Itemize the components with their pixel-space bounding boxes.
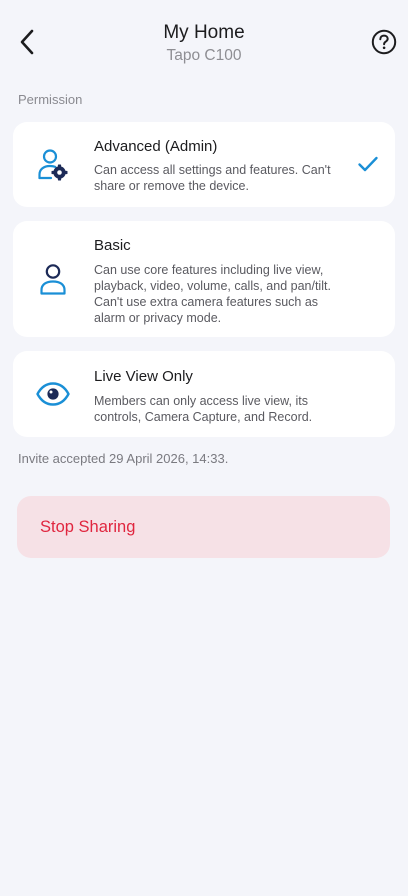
- permission-option-live-view-only[interactable]: Live View Only Members can only access l…: [13, 351, 395, 437]
- option-description: Can access all settings and features. Ca…: [94, 163, 331, 193]
- option-title: Live View Only: [94, 368, 193, 385]
- eye-icon: [35, 376, 71, 412]
- stop-sharing-label: Stop Sharing: [40, 517, 136, 536]
- stop-sharing-button[interactable]: Stop Sharing: [17, 496, 390, 558]
- help-button[interactable]: [370, 28, 398, 56]
- permission-option-basic[interactable]: Basic Can use core features including li…: [13, 221, 395, 337]
- permission-section-label: Permission: [18, 92, 83, 107]
- question-circle-icon: [371, 29, 397, 55]
- page-subtitle: Tapo C100: [166, 47, 242, 64]
- checkmark-icon: [357, 153, 379, 175]
- page-title: My Home: [163, 22, 245, 43]
- share-permission-screen: My Home Tapo C100 Permission Advanced (A…: [0, 0, 408, 896]
- option-title: Advanced (Admin): [94, 138, 218, 155]
- option-title: Basic: [94, 237, 131, 254]
- option-description: Can use core features including live vie…: [94, 263, 331, 325]
- header: My Home Tapo C100: [0, 0, 408, 88]
- user-icon: [35, 262, 71, 298]
- permission-option-advanced-admin[interactable]: Advanced (Admin) Can access all settings…: [13, 122, 395, 207]
- option-description: Members can only access live view, its c…: [94, 394, 313, 424]
- admin-user-gear-icon: [35, 147, 71, 183]
- invite-status-note: Invite accepted 29 April 2026, 14:33.: [18, 451, 229, 466]
